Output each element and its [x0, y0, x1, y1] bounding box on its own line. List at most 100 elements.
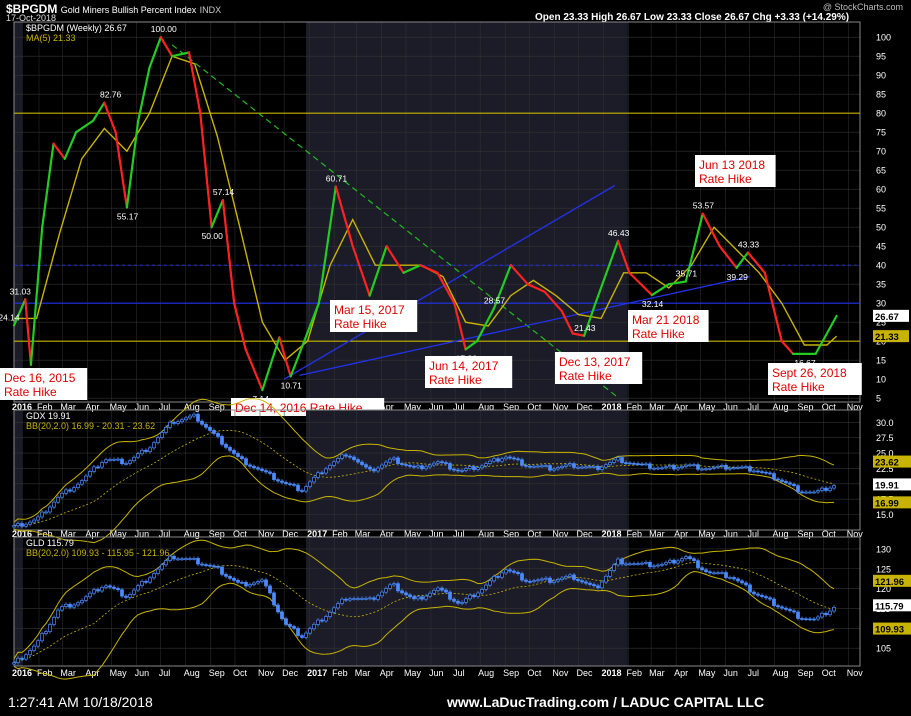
candle-body [284, 482, 288, 485]
rate-hike-label: Rate Hike [4, 385, 57, 399]
y-tick-label: 125 [876, 564, 891, 574]
candle-body [460, 470, 464, 472]
candle-body [636, 463, 640, 465]
candle-body [448, 591, 452, 600]
candle-body [596, 585, 600, 589]
year-shade [14, 22, 23, 402]
candle-body [28, 521, 32, 525]
bpi-segment [74, 119, 95, 134]
candle-body [804, 491, 808, 494]
candle-body [580, 466, 584, 469]
candle-body [612, 459, 616, 463]
candle-body [424, 595, 428, 600]
candle-body [752, 591, 756, 595]
y-tick-label: 55 [876, 204, 886, 214]
candle-body [384, 588, 388, 593]
candle-body [44, 511, 48, 514]
candle-body [64, 489, 68, 494]
candle-body [212, 430, 216, 434]
x-tick-label: Jun [723, 668, 738, 678]
candle-body [552, 468, 556, 471]
candle-body [248, 464, 252, 467]
candle-body [132, 456, 136, 462]
candle-body [684, 464, 688, 467]
y-tick-label: 10 [876, 375, 886, 385]
candle-body [600, 581, 604, 589]
last-value-label: 115.79 [875, 601, 904, 612]
x-tick-label: Mar [355, 668, 371, 678]
candle-body [524, 579, 528, 582]
candle-body [432, 589, 436, 594]
candle-body [528, 581, 532, 583]
candle-body [244, 458, 248, 466]
candle-body [648, 562, 652, 568]
candle-body [832, 485, 836, 489]
candle-body [432, 462, 436, 466]
rate-hike-label: Rate Hike [699, 172, 752, 186]
y-tick-label: 50 [876, 223, 886, 233]
year-shade [305, 22, 628, 402]
candle-body [68, 603, 72, 608]
last-value-label: 109.93 [875, 625, 904, 636]
candle-body [592, 466, 596, 468]
candle-body [408, 594, 412, 598]
candle-body [768, 597, 772, 600]
y-tick-label: 30.0 [876, 418, 894, 428]
candle-body [140, 580, 144, 587]
candle-body [688, 556, 692, 560]
candle-body [144, 449, 148, 452]
candle-body [456, 469, 460, 472]
candle-body [772, 473, 776, 480]
candle-body [336, 458, 340, 463]
candle-body [464, 468, 468, 471]
x-tick-label: Sep [209, 668, 225, 678]
candle-body [368, 597, 372, 600]
bpi-segment [718, 245, 738, 269]
candle-body [396, 457, 400, 464]
candle-body [144, 580, 148, 583]
candle-body [700, 567, 704, 571]
candle-body [600, 466, 604, 470]
candle-body [616, 457, 620, 461]
candle-body [276, 604, 280, 613]
candle-body [76, 602, 80, 606]
candle-body [628, 563, 632, 566]
x-tick-label: Nov [847, 668, 864, 678]
y-tick-label: 15.0 [876, 510, 894, 520]
candle-body [788, 609, 792, 612]
candle-body [60, 492, 64, 498]
candle-body [560, 465, 564, 468]
last-value-label: 26.67 [875, 312, 899, 323]
year-shade [14, 537, 23, 666]
candle-body [280, 611, 284, 620]
legend-title: GLD 115.79 [26, 538, 74, 548]
candle-body [88, 471, 92, 477]
candle-body [356, 598, 360, 600]
candle-body [420, 465, 424, 470]
y-tick-label: 100 [876, 33, 891, 43]
x-tick-label: Feb [332, 668, 348, 678]
candle-body [820, 487, 824, 491]
point-label: 55.17 [117, 212, 139, 222]
candle-body [360, 598, 364, 600]
candle-body [656, 564, 660, 567]
candle-body [652, 467, 656, 470]
candle-body [20, 523, 24, 527]
candle-body [820, 612, 824, 618]
candle-body [72, 487, 76, 492]
candle-body [152, 442, 156, 449]
candle-body [372, 468, 376, 472]
candle-body [192, 558, 196, 560]
candle-body [220, 436, 224, 445]
candle-body [472, 466, 476, 470]
candle-body [252, 582, 256, 585]
x-tick-label: Sep [798, 668, 814, 678]
candle-body [512, 457, 516, 460]
candle-body [476, 467, 480, 470]
candle-body [148, 577, 152, 583]
candle-body [224, 574, 228, 577]
footer: 1:27:41 AM 10/18/2018 www.LaDucTrading.c… [0, 686, 911, 716]
candle-body [204, 423, 208, 428]
candle-body [380, 464, 384, 469]
candle-body [708, 467, 712, 470]
